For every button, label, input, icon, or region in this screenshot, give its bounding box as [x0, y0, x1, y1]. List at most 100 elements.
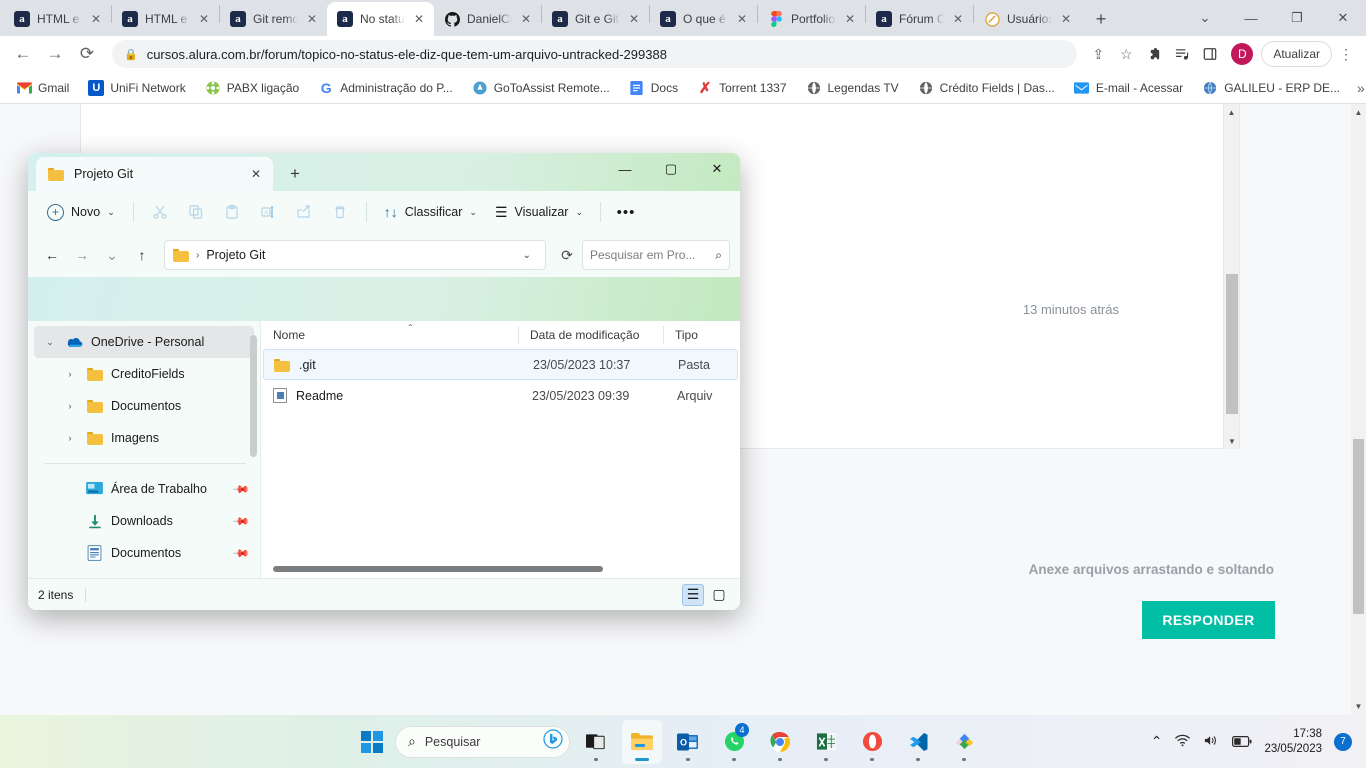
bookmark-star-icon[interactable]: ☆ [1113, 41, 1139, 67]
explorer-tab-close-icon[interactable]: ✕ [245, 167, 267, 181]
whatsapp-taskbar-icon[interactable]: 4 [714, 720, 754, 764]
file-list-horizontal-scrollbar[interactable] [273, 566, 603, 572]
explorer-tab-projeto-git[interactable]: Projeto Git ✕ [36, 157, 273, 191]
share-icon[interactable] [287, 197, 321, 227]
pin-icon[interactable]: 📌 [232, 480, 251, 498]
chevron-right-icon[interactable]: › [62, 433, 78, 443]
browser-tab-3-active[interactable]: a No statu ✕ [327, 2, 434, 36]
explorer-close-button[interactable]: ✕ [694, 153, 740, 185]
browser-tab-5[interactable]: a Git e Git ✕ [542, 2, 649, 36]
pin-icon[interactable]: 📌 [232, 544, 251, 562]
excel-taskbar-icon[interactable] [806, 720, 846, 764]
pin-icon[interactable]: 📌 [232, 512, 251, 530]
tab-close-icon[interactable]: ✕ [1059, 12, 1073, 26]
taskview-icon[interactable] [576, 720, 616, 764]
explorer-search-input[interactable]: Pesquisar em Pro... ⌕ [582, 240, 730, 270]
extensions-icon[interactable] [1141, 41, 1167, 67]
tab-close-icon[interactable]: ✕ [519, 12, 533, 26]
nav-item-downloads[interactable]: Downloads 📌 [54, 505, 254, 537]
column-header-nome[interactable]: Nome ⌃ [261, 321, 518, 349]
browser-tab-0[interactable]: a HTML e ✕ [4, 2, 111, 36]
forward-icon[interactable]: → [40, 39, 70, 69]
new-button[interactable]: + Novo ⌄ [38, 199, 124, 226]
view-button[interactable]: ☰ Visualizar ⌄ [487, 199, 591, 226]
bookmark-credito-fields[interactable]: Crédito Fields | Das... [910, 77, 1063, 99]
vscode-taskbar-icon[interactable] [898, 720, 938, 764]
browser-tab-2[interactable]: a Git remo ✕ [220, 2, 327, 36]
page-scroll-down-icon[interactable]: ▼ [1351, 698, 1366, 715]
tab-close-icon[interactable]: ✕ [89, 12, 103, 26]
reload-icon[interactable]: ⟳ [72, 39, 102, 69]
column-header-data[interactable]: Data de modificação [518, 321, 663, 349]
explorer-recent-locations-icon[interactable]: ⌄ [98, 241, 126, 269]
volume-icon[interactable] [1203, 734, 1220, 750]
tab-search-icon[interactable]: ⌄ [1182, 2, 1228, 34]
browser-tab-7[interactable]: Portfolio ✕ [758, 2, 865, 36]
page-scroll-up-icon[interactable]: ▲ [1351, 104, 1366, 121]
chevron-right-icon[interactable]: › [62, 369, 78, 379]
paste-icon[interactable] [215, 197, 249, 227]
figma-taskbar-icon[interactable] [944, 720, 984, 764]
bookmark-unifi[interactable]: U UniFi Network [80, 77, 193, 99]
bookmark-galileu[interactable]: GALILEU - ERP DE... [1194, 77, 1348, 99]
bookmark-gotoassist[interactable]: GoToAssist Remote... [464, 77, 618, 99]
tray-overflow-icon[interactable]: ⌃ [1151, 733, 1163, 750]
sort-button[interactable]: ↑↓ Classificar ⌄ [376, 199, 485, 225]
tab-close-icon[interactable]: ✕ [735, 12, 749, 26]
nav-item-documentos[interactable]: Documentos 📌 [54, 537, 254, 569]
browser-tab-8[interactable]: a Fórum C ✕ [866, 2, 973, 36]
nav-item-area-de-trabalho[interactable]: Área de Trabalho 📌 [54, 473, 254, 505]
tab-close-icon[interactable]: ✕ [412, 12, 426, 26]
table-row[interactable]: Readme 23/05/2023 09:39 Arquiv [263, 380, 738, 411]
outlook-taskbar-icon[interactable]: O [668, 720, 708, 764]
update-button[interactable]: Atualizar [1261, 41, 1332, 67]
scroll-down-icon[interactable]: ▼ [1224, 433, 1240, 449]
nav-item-imagens-onedrive[interactable]: › Imagens [54, 422, 254, 454]
explorer-back-icon[interactable]: ← [38, 241, 66, 269]
opera-taskbar-icon[interactable] [852, 720, 892, 764]
bookmark-email[interactable]: E-mail - Acessar [1066, 77, 1191, 99]
copy-icon[interactable] [179, 197, 213, 227]
battery-icon[interactable] [1232, 734, 1252, 750]
address-bar[interactable]: 🔒 cursos.alura.com.br/forum/topico-no-st… [112, 40, 1078, 68]
column-header-tipo[interactable]: Tipo [663, 321, 733, 349]
bookmark-torrent[interactable]: ✗ Torrent 1337 [689, 77, 794, 99]
nav-item-creditofields[interactable]: › CreditoFields [54, 358, 254, 390]
cut-icon[interactable] [143, 197, 177, 227]
bookmarks-overflow-icon[interactable]: » [1351, 80, 1366, 96]
reading-list-icon[interactable] [1169, 41, 1195, 67]
profile-avatar[interactable]: D [1231, 43, 1254, 65]
browser-tab-9[interactable]: Usuários ✕ [974, 2, 1081, 36]
breadcrumb-dropdown-icon[interactable]: ⌄ [517, 250, 537, 261]
explorer-up-icon[interactable]: ↑ [128, 241, 156, 269]
tab-close-icon[interactable]: ✕ [843, 12, 857, 26]
start-icon[interactable] [355, 725, 389, 759]
browser-tab-1[interactable]: a HTML e ✕ [112, 2, 219, 36]
page-scrollbar[interactable]: ▲ ▼ [1351, 104, 1366, 715]
table-row[interactable]: .git 23/05/2023 10:37 Pasta [263, 349, 738, 380]
side-panel-icon[interactable] [1197, 41, 1223, 67]
explorer-forward-icon[interactable]: → [68, 241, 96, 269]
file-explorer-taskbar-icon[interactable] [622, 719, 662, 764]
scroll-thumb[interactable] [1226, 274, 1238, 414]
page-scroll-thumb[interactable] [1353, 439, 1364, 614]
browser-tab-4[interactable]: DanielCa ✕ [434, 2, 541, 36]
notification-badge[interactable]: 7 [1334, 732, 1352, 751]
chevron-right-icon[interactable]: › [62, 401, 78, 411]
browser-tab-6[interactable]: a O que é ✕ [650, 2, 757, 36]
explorer-minimize-button[interactable]: — [602, 153, 648, 185]
preview-pane-toggle[interactable]: ▢ [708, 584, 730, 606]
nav-item-documentos-onedrive[interactable]: › Documentos [54, 390, 254, 422]
taskbar-search-input[interactable]: ⌕ Pesquisar [395, 725, 570, 758]
browser-menu-icon[interactable]: ⋮ [1334, 46, 1358, 63]
bing-icon[interactable] [543, 729, 563, 754]
rename-icon[interactable]: A [251, 197, 285, 227]
share-icon[interactable]: ⇪ [1085, 41, 1111, 67]
tab-close-icon[interactable]: ✕ [627, 12, 641, 26]
minimize-button[interactable]: — [1228, 2, 1274, 34]
tab-close-icon[interactable]: ✕ [951, 12, 965, 26]
delete-icon[interactable] [323, 197, 357, 227]
bookmark-docs[interactable]: Docs [621, 77, 686, 99]
scroll-up-icon[interactable]: ▲ [1224, 104, 1239, 120]
close-button[interactable]: ✕ [1320, 2, 1366, 34]
